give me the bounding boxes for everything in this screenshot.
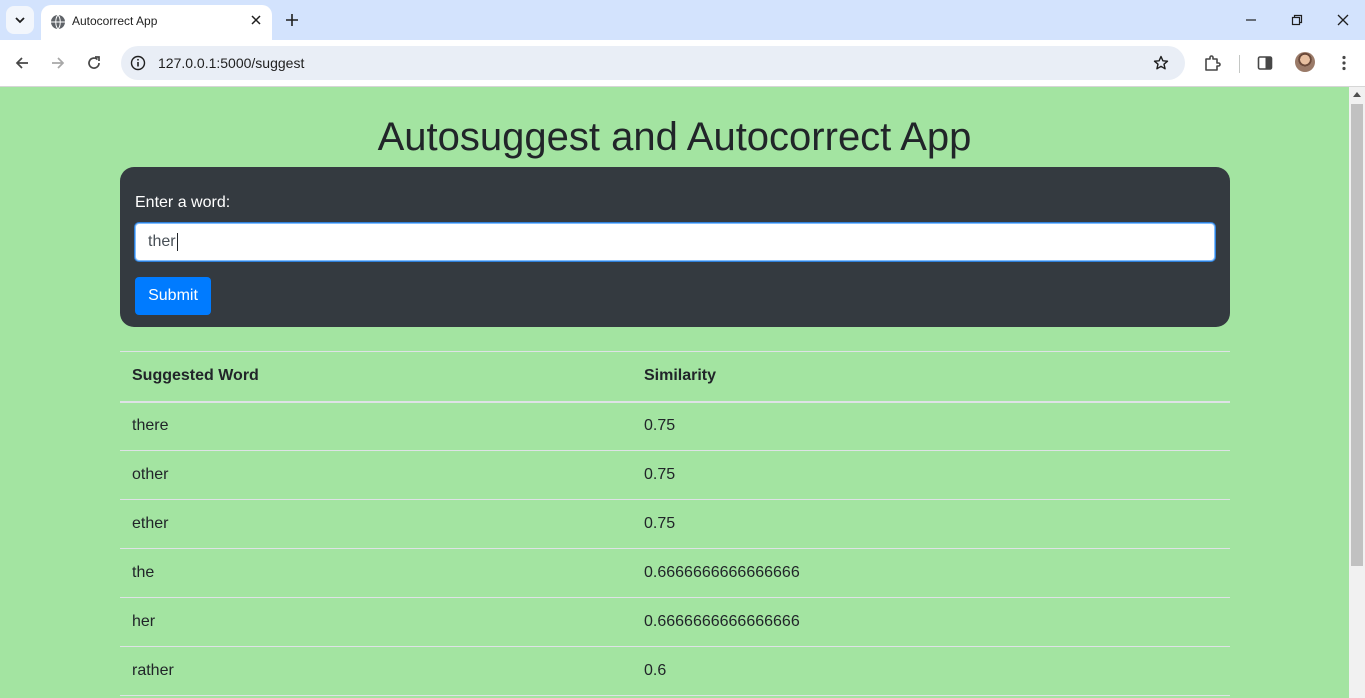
- suggested-word-cell: her: [120, 597, 632, 647]
- similarity-cell: 0.75: [632, 499, 1230, 549]
- word-input[interactable]: ther: [135, 223, 1215, 261]
- close-window-button[interactable]: [1320, 0, 1365, 40]
- side-panel-button[interactable]: [1253, 51, 1277, 75]
- close-icon: [1337, 14, 1349, 26]
- star-icon: [1153, 55, 1169, 70]
- restore-icon: [1291, 14, 1303, 26]
- close-icon: [251, 15, 261, 25]
- scroll-up-arrow-icon[interactable]: [1353, 92, 1361, 97]
- table-row: ether 0.75: [120, 499, 1230, 549]
- submit-button[interactable]: Submit: [135, 277, 211, 315]
- tab-strip: Autocorrect App: [0, 0, 1365, 40]
- plus-icon: [286, 14, 298, 26]
- reload-button[interactable]: [82, 51, 106, 75]
- suggested-word-cell: ether: [120, 499, 632, 549]
- word-input-label: Enter a word:: [135, 194, 231, 211]
- page-title: Autosuggest and Autocorrect App: [377, 115, 972, 159]
- tab-title: Autocorrect App: [72, 14, 158, 28]
- scroll-thumb[interactable]: [1351, 104, 1363, 566]
- word-input-value: ther: [148, 233, 176, 250]
- table-header-row: Suggested Word Similarity: [120, 351, 1230, 403]
- globe-icon: [51, 14, 65, 30]
- suggestions-table: Suggested Word Similarity there 0.75 oth…: [120, 351, 1230, 696]
- kebab-menu-icon: [1342, 55, 1346, 71]
- profile-avatar[interactable]: [1295, 52, 1315, 72]
- table-row: her 0.6666666666666666: [120, 597, 1230, 647]
- site-info-button[interactable]: [128, 53, 148, 73]
- forward-button[interactable]: [46, 51, 70, 75]
- url-text[interactable]: 127.0.0.1:5000/suggest: [158, 55, 304, 71]
- extensions-button[interactable]: [1200, 51, 1224, 75]
- similarity-cell: 0.75: [632, 450, 1230, 500]
- tab-close-button[interactable]: [248, 12, 264, 28]
- browser-toolbar: 127.0.0.1:5000/suggest: [0, 40, 1365, 87]
- back-arrow-icon: [15, 57, 28, 69]
- suggested-word-cell: rather: [120, 646, 632, 696]
- tab-search-button[interactable]: [6, 6, 34, 34]
- browser-menu-button[interactable]: [1332, 51, 1356, 75]
- reload-icon: [88, 56, 100, 69]
- suggested-word-cell: there: [120, 401, 632, 451]
- back-button[interactable]: [10, 51, 34, 75]
- table-row: rather 0.6: [120, 646, 1230, 696]
- new-tab-button[interactable]: [282, 10, 302, 30]
- word-form: Enter a word: ther Submit: [120, 167, 1230, 327]
- suggested-word-cell: the: [120, 548, 632, 598]
- suggested-word-cell: other: [120, 450, 632, 500]
- similarity-cell: 0.6: [632, 646, 1230, 696]
- puzzle-icon: [1205, 55, 1221, 71]
- similarity-cell: 0.6666666666666666: [632, 548, 1230, 598]
- minimize-button[interactable]: [1228, 0, 1274, 40]
- page-viewport: Autosuggest and Autocorrect App Enter a …: [0, 87, 1349, 698]
- restore-button[interactable]: [1274, 0, 1320, 40]
- header-similarity: Similarity: [632, 351, 1230, 403]
- similarity-cell: 0.6666666666666666: [632, 597, 1230, 647]
- table-row: other 0.75: [120, 450, 1230, 500]
- header-suggested-word: Suggested Word: [120, 351, 632, 403]
- address-bar[interactable]: 127.0.0.1:5000/suggest: [121, 46, 1185, 80]
- active-tab[interactable]: Autocorrect App: [41, 5, 272, 40]
- forward-arrow-icon: [52, 57, 65, 69]
- toolbar-separator: [1239, 55, 1240, 73]
- minimize-icon: [1246, 19, 1256, 21]
- info-icon: [130, 55, 146, 71]
- page-scrollbar[interactable]: [1349, 87, 1365, 698]
- table-row: the 0.6666666666666666: [120, 548, 1230, 598]
- text-caret: [176, 233, 178, 251]
- side-panel-icon: [1257, 56, 1273, 70]
- bookmark-button[interactable]: [1151, 53, 1171, 73]
- similarity-cell: 0.75: [632, 401, 1230, 451]
- chevron-down-icon: [15, 17, 25, 24]
- table-row: there 0.75: [120, 401, 1230, 451]
